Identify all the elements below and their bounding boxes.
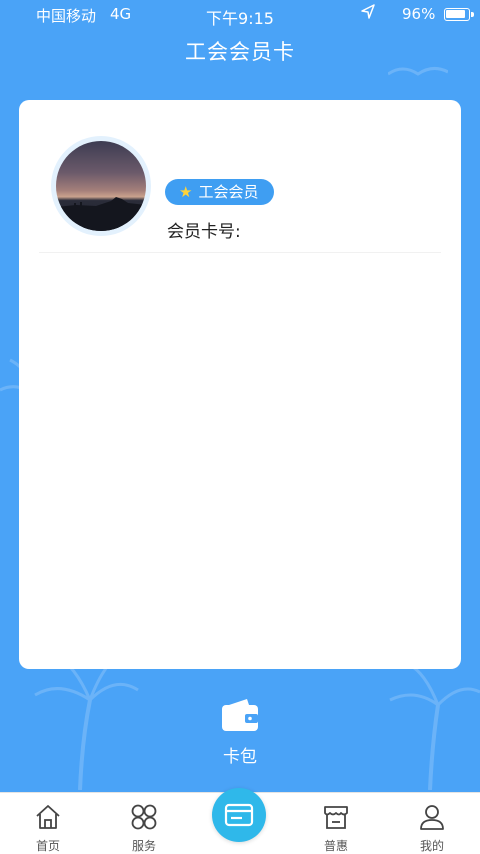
page-title: 工会会员卡 [185,40,295,64]
battery-percentage: 96% [402,5,436,23]
card-number-row: 会员卡号: [167,217,241,242]
battery-icon [444,8,474,21]
tab-benefits-label: 普惠 [323,839,348,853]
member-badge: ★ 工会会员 [165,179,275,205]
sunset-silhouette-image [56,197,146,231]
center-card-button[interactable] [212,788,266,842]
wallet-label[interactable]: 卡包 [0,742,480,767]
tab-services[interactable]: 服务 [104,793,184,854]
card-number-label: 会员卡号: [167,222,241,242]
avatar-photo [56,141,146,231]
wallet-icon[interactable] [221,697,259,733]
grid-icon [131,804,157,830]
location-arrow-icon [361,4,375,19]
tab-profile[interactable]: 我的 [392,793,472,854]
user-icon [420,805,444,830]
card-divider [39,252,441,253]
tab-home-label: 首页 [35,839,60,853]
tab-services-label: 服务 [131,839,156,853]
member-card: ★ 工会会员 会员卡号: [19,100,461,669]
home-icon [36,805,60,829]
star-icon: ★ [179,183,193,201]
tab-home[interactable]: 首页 [8,793,88,854]
member-badge-label: 工会会员 [198,183,259,201]
tab-profile-label: 我的 [419,839,444,853]
app-screen: 中国移动 4G 下午9:15 96% 工会会员卡 ★ 工会会员 会员卡号: 卡包 [0,0,480,792]
store-icon [324,806,348,829]
card-icon [224,803,254,827]
status-bar: 中国移动 4G 下午9:15 96% [0,0,480,28]
palm-tree-decoration-bottom-right [389,662,480,790]
tab-benefits[interactable]: 普惠 [296,793,376,854]
avatar[interactable] [51,136,151,236]
